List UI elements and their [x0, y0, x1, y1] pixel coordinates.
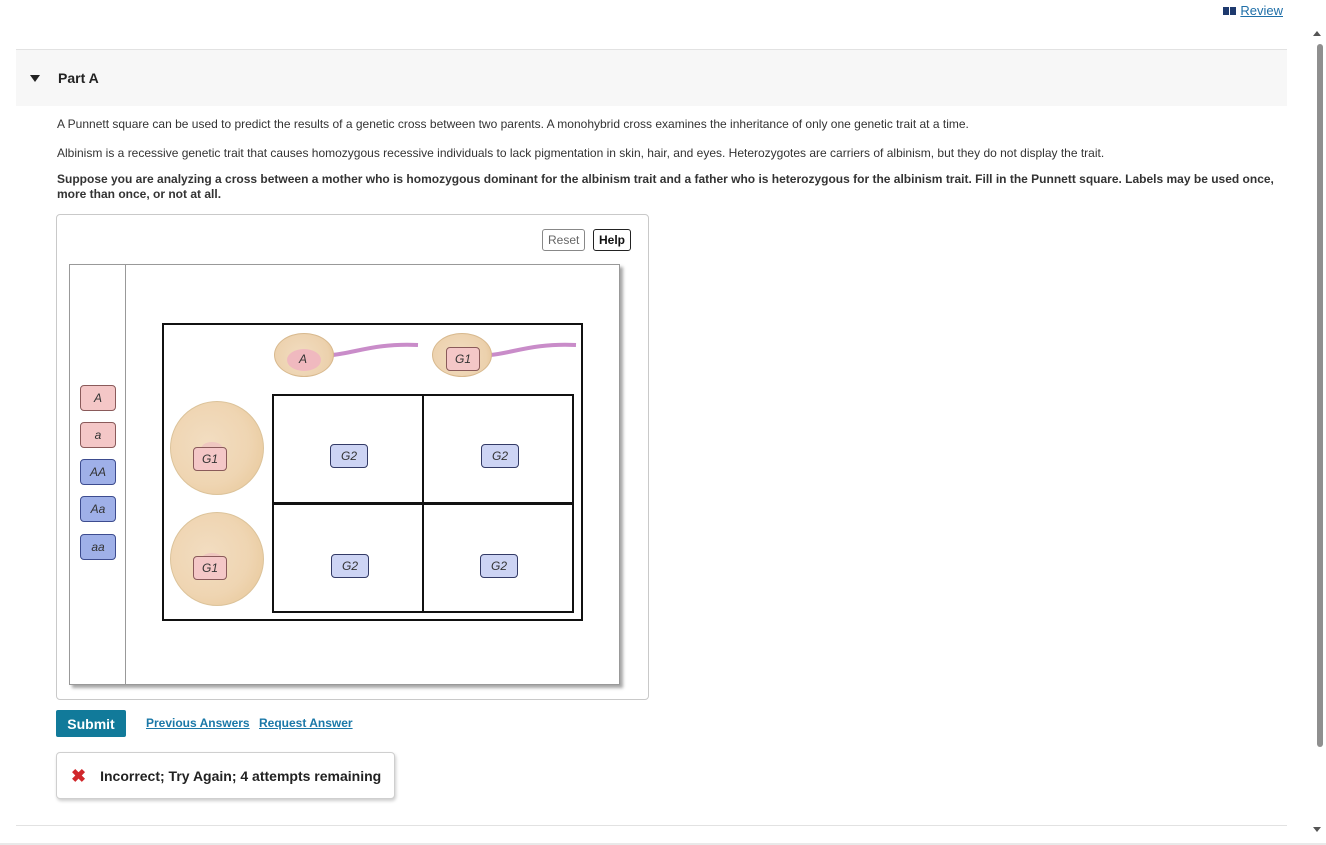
previous-answers-link[interactable]: Previous Answers	[146, 716, 250, 730]
cell-drop-target-4[interactable]: G2	[480, 554, 518, 578]
submit-button[interactable]: Submit	[56, 710, 126, 737]
punnett-cell-3: G2	[272, 503, 424, 613]
punnett-cell-4: G2	[422, 503, 574, 613]
drag-drop-panel: Reset Help A a AA Aa aa A G1 G1 G1 G2 G2…	[56, 214, 649, 700]
intro-paragraph: A Punnett square can be used to predict …	[57, 117, 969, 131]
sperm-tail-2	[489, 342, 577, 357]
sperm-drop-target-2[interactable]: G1	[446, 347, 480, 371]
label-chip-a[interactable]: a	[80, 422, 116, 448]
cell-drop-target-1[interactable]: G2	[330, 444, 368, 468]
caret-down-icon[interactable]	[30, 74, 40, 82]
divider	[16, 825, 1287, 826]
egg-drop-target-2[interactable]: G1	[193, 556, 227, 580]
albinism-paragraph: Albinism is a recessive genetic trait th…	[57, 146, 1105, 160]
review-label: Review	[1240, 3, 1283, 18]
punnett-cell-2: G2	[422, 394, 574, 504]
part-title: Part A	[58, 70, 99, 86]
review-link[interactable]: Review	[1223, 3, 1283, 18]
scroll-up-arrow-icon[interactable]	[1313, 31, 1321, 36]
egg-cell-2: G1	[170, 512, 264, 606]
label-chip-A[interactable]: A	[80, 385, 116, 411]
label-palette: A a AA Aa aa	[70, 265, 126, 684]
label-chip-aa[interactable]: aa	[80, 534, 116, 560]
egg-cell-1: G1	[170, 401, 264, 495]
close-icon: ✖	[71, 765, 87, 786]
label-chip-AA[interactable]: AA	[80, 459, 116, 485]
help-button[interactable]: Help	[593, 229, 632, 251]
feedback-text: Incorrect; Try Again; 4 attempts remaini…	[100, 767, 382, 784]
book-icon	[1223, 6, 1237, 15]
sperm-tail-1	[331, 342, 419, 357]
part-header[interactable]: Part A	[16, 50, 1287, 106]
request-answer-link[interactable]: Request Answer	[259, 716, 353, 730]
punnett-cell-1: G2	[272, 394, 424, 504]
instruction-paragraph: Suppose you are analyzing a cross betwee…	[57, 172, 1274, 201]
scroll-down-arrow-icon[interactable]	[1313, 827, 1321, 832]
label-chip-Aa[interactable]: Aa	[80, 496, 116, 522]
feedback-box: ✖ Incorrect; Try Again; 4 attempts remai…	[56, 752, 395, 799]
cell-drop-target-3[interactable]: G2	[331, 554, 369, 578]
punnett-square-area: A G1 G1 G1 G2 G2 G2 G2	[162, 323, 583, 621]
reset-button[interactable]: Reset	[542, 229, 586, 251]
cell-drop-target-2[interactable]: G2	[481, 444, 519, 468]
punnett-canvas: A a AA Aa aa A G1 G1 G1 G2 G2 G2 G2	[69, 264, 620, 685]
scrollbar-thumb[interactable]	[1317, 44, 1323, 747]
egg-drop-target-1[interactable]: G1	[193, 447, 227, 471]
sperm-drop-target-1[interactable]: A	[286, 348, 320, 370]
